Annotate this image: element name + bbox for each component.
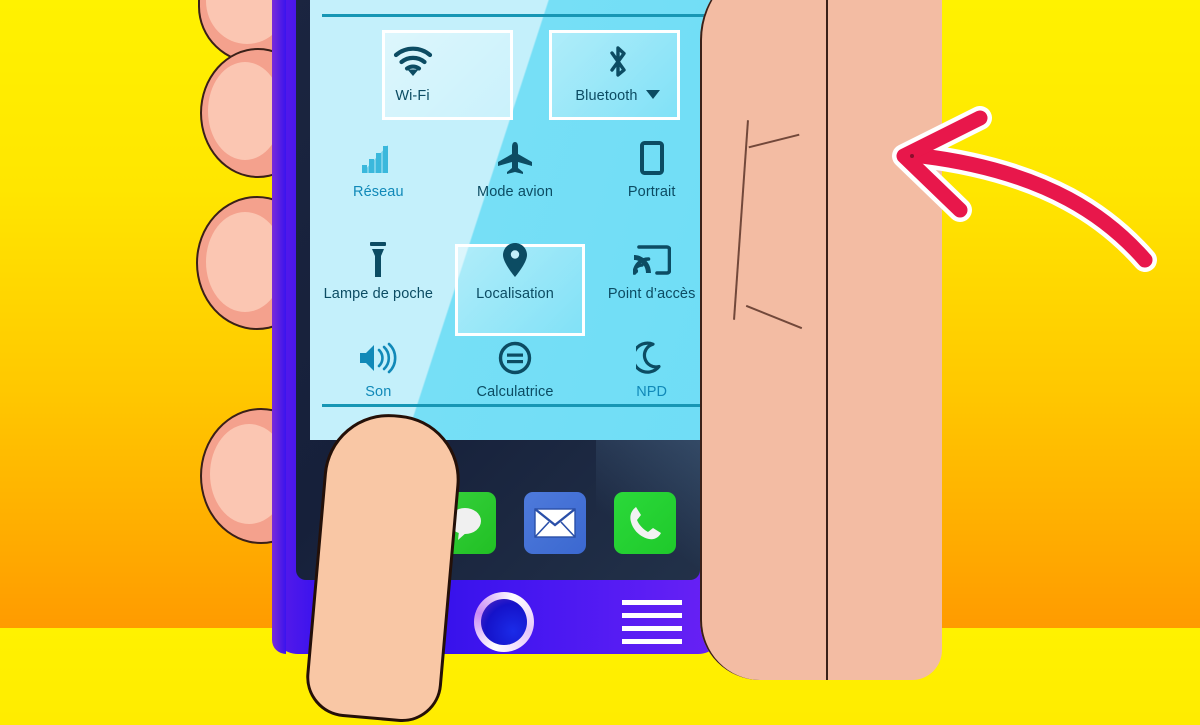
panel-divider-top [322, 14, 708, 17]
quick-settings-row-4: Son Calculatrice NPD [310, 320, 720, 416]
airplane-icon [496, 136, 534, 180]
menu-line [622, 600, 682, 605]
quick-tile-lampe[interactable]: Lampe de poche [310, 216, 447, 320]
quick-tile-label: Portrait [627, 184, 676, 200]
phone-rotate-icon [639, 136, 664, 180]
thumb-pressing-screen [302, 408, 466, 725]
quick-tile-label: Calculatrice [476, 384, 554, 400]
quick-settings-row-1: Wi-Fi Bluetooth [310, 26, 720, 112]
quick-tile-label: Point d’accès [607, 286, 696, 302]
palm-outline [826, 0, 828, 680]
app-icon-phone[interactable] [614, 492, 676, 554]
quick-tile-label: Localisation [476, 286, 554, 302]
quick-tile-calculatrice[interactable]: Calculatrice [447, 320, 584, 416]
quick-tile-label: Mode avion [477, 184, 553, 200]
menu-line [622, 613, 682, 618]
app-icon-mail[interactable] [524, 492, 586, 554]
quick-settings-row-3: Lampe de poche Localisation Point d’accè… [310, 216, 720, 320]
quick-tile-label: NPD [636, 384, 668, 400]
quick-tile-label: Bluetooth [575, 88, 638, 104]
quick-tile-son[interactable]: Son [310, 320, 447, 416]
quick-tile-label: Son [365, 384, 392, 400]
quick-tile-label: Wi-Fi [395, 88, 430, 104]
menu-line [622, 626, 682, 631]
flashlight-icon [367, 238, 389, 282]
quick-tile-localisation[interactable]: Localisation [447, 216, 584, 320]
calculator-icon [498, 336, 532, 380]
envelope-icon [534, 508, 576, 538]
moon-icon [635, 336, 668, 380]
wifi-icon [393, 40, 433, 84]
cast-icon [632, 238, 671, 282]
phone-handset-icon [630, 507, 661, 540]
quick-settings-grid: Wi-Fi Bluetooth Réseau Mode avion Portra… [310, 26, 720, 416]
illustration-stage: Wi-Fi Bluetooth Réseau Mode avion Portra… [0, 0, 1200, 725]
bluetooth-icon [605, 40, 631, 84]
bluetooth-label-row: Bluetooth [575, 84, 660, 104]
chevron-down-icon[interactable] [645, 89, 660, 99]
quick-settings-row-2: Réseau Mode avion Portrait [310, 112, 720, 216]
home-button-inner [481, 599, 527, 645]
quick-tile-reseau[interactable]: Réseau [310, 112, 447, 216]
speaker-icon [357, 336, 399, 380]
quick-tile-label: Réseau [353, 184, 404, 200]
map-pin-icon [502, 238, 528, 282]
arrow-tip-dot [910, 154, 914, 158]
finger-highlight [208, 62, 282, 160]
menu-line [622, 639, 682, 644]
quick-tile-bluetooth[interactable]: Bluetooth [515, 26, 720, 112]
quick-settings-panel: Wi-Fi Bluetooth Réseau Mode avion Portra… [310, 0, 720, 440]
quick-tile-mode-avion[interactable]: Mode avion [447, 112, 584, 216]
home-button[interactable] [474, 592, 534, 652]
quick-tile-wifi[interactable]: Wi-Fi [310, 26, 515, 112]
signal-bars-icon [361, 136, 395, 180]
quick-tile-label: Lampe de poche [323, 286, 434, 302]
annotation-arrow [892, 106, 1157, 272]
phone-left-edge [272, 0, 286, 654]
menu-button[interactable] [622, 600, 682, 644]
